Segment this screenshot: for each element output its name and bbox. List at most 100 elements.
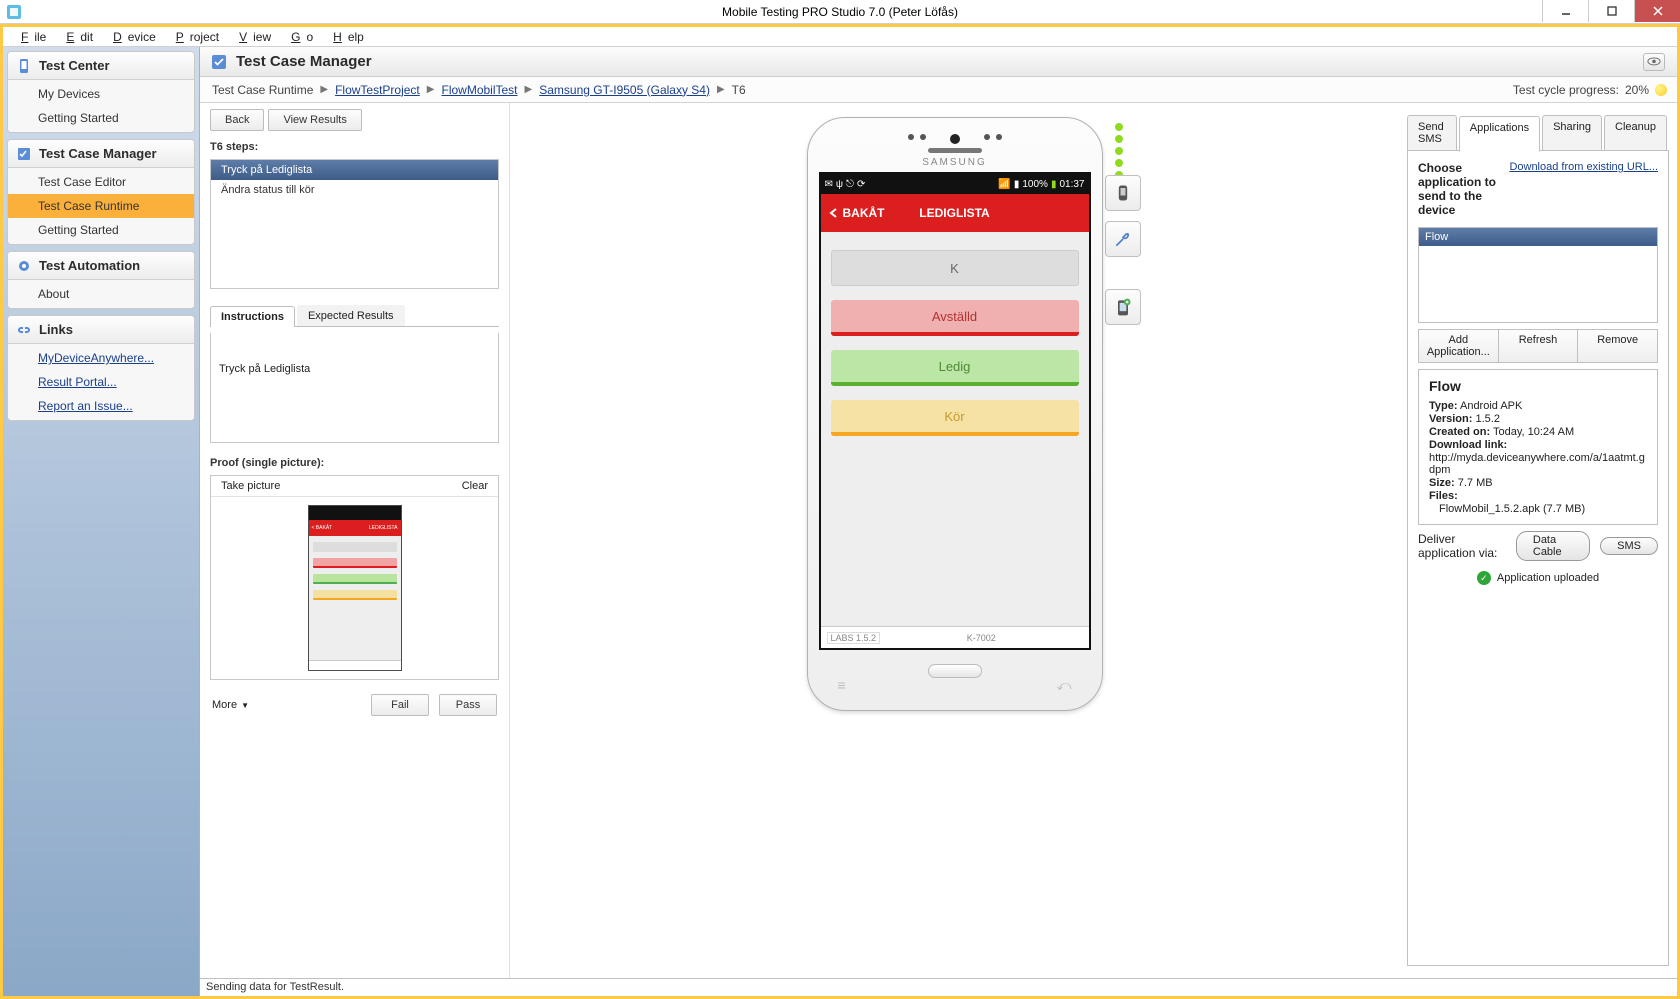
device-screen[interactable]: ✉ ψ ⎋ ⟳ 📶 ▮ 100% ▮ 01	[819, 172, 1091, 650]
tools-button[interactable]	[1105, 221, 1141, 257]
upload-button[interactable]	[1105, 289, 1141, 325]
nav-title: Links	[39, 322, 73, 337]
call-button[interactable]	[1105, 175, 1141, 211]
breadcrumb-current: T6	[732, 83, 746, 97]
chevron-right-icon: ▶	[427, 84, 435, 95]
right-pane: Send SMS Applications Sharing Cleanup Ch…	[1399, 103, 1677, 978]
nav-title: Test Automation	[39, 258, 140, 273]
menu-file[interactable]: File	[9, 28, 52, 46]
sidebar-item-getting-started-tcm[interactable]: Getting Started	[8, 218, 194, 242]
app-btn-ledig[interactable]: Ledig	[831, 350, 1079, 386]
app-search-input[interactable]: K	[831, 250, 1079, 286]
app-btn-kor[interactable]: Kör	[831, 400, 1079, 436]
steps-label: T6 steps:	[210, 141, 499, 153]
refresh-button[interactable]: Refresh	[1498, 330, 1578, 362]
sidebar-item-result-portal[interactable]: Result Portal...	[8, 370, 194, 394]
steps-list[interactable]: Tryck på Lediglista Ändra status till kö…	[210, 159, 499, 289]
checklist-icon	[210, 53, 228, 71]
take-picture-button[interactable]: Take picture	[221, 480, 280, 492]
menu-key-icon[interactable]: ≡	[838, 677, 846, 694]
app-detail: Flow Type: Android APK Version: 1.5.2 Cr…	[1418, 369, 1658, 525]
tab-expected-results[interactable]: Expected Results	[297, 305, 405, 326]
upload-status: ✓ Application uploaded	[1418, 571, 1658, 585]
chevron-right-icon: ▶	[525, 84, 533, 95]
data-cable-button[interactable]: Data Cable	[1516, 531, 1590, 561]
statusbar: Sending data for TestResult.	[200, 978, 1677, 996]
pass-button[interactable]: Pass	[439, 694, 497, 716]
app-footer-left: LABS 1.5.2	[827, 632, 881, 644]
caret-down-icon: ▼	[241, 701, 249, 710]
sidebar-item-getting-started-tc[interactable]: Getting Started	[8, 106, 194, 130]
menu-project[interactable]: Project	[164, 28, 225, 46]
link-icon	[16, 322, 32, 338]
clear-button[interactable]: Clear	[462, 480, 488, 492]
app-icon	[6, 4, 22, 20]
sidebar-item-my-devices[interactable]: My Devices	[8, 82, 194, 106]
checklist-icon	[16, 146, 32, 162]
device-action-buttons	[1105, 175, 1141, 325]
menu-view[interactable]: View	[227, 28, 277, 46]
status-text: Sending data for TestResult.	[206, 981, 344, 993]
applications-panel: Choose application to send to the device…	[1407, 150, 1669, 966]
menu-go[interactable]: Go	[279, 28, 319, 46]
sidebar-item-tc-editor[interactable]: Test Case Editor	[8, 170, 194, 194]
instruction-tabs: Instructions Expected Results	[210, 305, 499, 327]
nav-header-links[interactable]: Links	[8, 316, 194, 344]
nav-panel-tcm: Test Case Manager Test Case Editor Test …	[7, 139, 195, 245]
tab-applications[interactable]: Applications	[1459, 116, 1540, 152]
app-btn-avstalld[interactable]: Avställd	[831, 300, 1079, 336]
app-title: LEDIGLISTA	[919, 206, 989, 220]
view-toggle-button[interactable]	[1643, 53, 1665, 71]
instructions-content: Tryck på Lediglista	[210, 333, 499, 443]
phone-home-button[interactable]	[928, 664, 982, 678]
nav-header-automation[interactable]: Test Automation	[8, 252, 194, 280]
sidebar-item-report-issue[interactable]: Report an Issue...	[8, 394, 194, 418]
applications-list[interactable]: Flow	[1418, 227, 1658, 323]
close-button[interactable]	[1634, 0, 1680, 22]
window-title: Mobile Testing PRO Studio 7.0 (Peter Löf…	[722, 5, 958, 19]
tab-instructions[interactable]: Instructions	[210, 306, 295, 327]
back-key-icon[interactable]: ⤺	[1057, 677, 1072, 694]
breadcrumb-link-device[interactable]: Samsung GT-I9505 (Galaxy S4)	[539, 83, 710, 97]
content: Back View Results T6 steps: Tryck på Led…	[200, 103, 1677, 978]
step-row[interactable]: Tryck på Lediglista	[211, 160, 498, 180]
nav-header-test-center[interactable]: Test Center	[8, 52, 194, 80]
list-item[interactable]: Flow	[1419, 228, 1657, 246]
gear-icon	[16, 258, 32, 274]
sidebar-item-mydeviceanywhere[interactable]: MyDeviceAnywhere...	[8, 346, 194, 370]
download-url-link[interactable]: Download from existing URL...	[1509, 161, 1658, 173]
back-button[interactable]: Back	[210, 109, 264, 131]
minimize-button[interactable]	[1542, 0, 1588, 22]
sidebar-item-about[interactable]: About	[8, 282, 194, 306]
view-results-button[interactable]: View Results	[268, 109, 361, 131]
phone-statusbar: ✉ ψ ⎋ ⟳ 📶 ▮ 100% ▮ 01	[821, 174, 1089, 194]
mail-icon: ✉	[825, 179, 833, 190]
app-back-button[interactable]: BAKÅT	[821, 206, 893, 220]
nav-title: Test Case Manager	[39, 146, 157, 161]
tab-cleanup[interactable]: Cleanup	[1604, 115, 1667, 151]
breadcrumb-link-test[interactable]: FlowMobilTest	[441, 83, 517, 97]
more-dropdown[interactable]: More▼	[212, 699, 249, 711]
proof-thumbnail[interactable]: < BAKÅTLEDIGLISTA	[308, 505, 402, 671]
check-icon: ✓	[1477, 571, 1491, 585]
nav-header-tcm[interactable]: Test Case Manager	[8, 140, 194, 168]
menu-device[interactable]: Device	[101, 28, 162, 46]
breadcrumb-link-project[interactable]: FlowTestProject	[335, 83, 420, 97]
tab-sharing[interactable]: Sharing	[1542, 115, 1602, 151]
add-application-button[interactable]: Add Application...	[1419, 330, 1498, 362]
nav-panel-automation: Test Automation About	[7, 251, 195, 309]
maximize-button[interactable]	[1588, 0, 1634, 22]
app-detail-name: Flow	[1429, 378, 1647, 394]
remove-button[interactable]: Remove	[1577, 330, 1657, 362]
fail-button[interactable]: Fail	[371, 694, 429, 716]
app-list-buttons: Add Application... Refresh Remove	[1418, 329, 1658, 363]
step-row[interactable]: Ändra status till kör	[211, 180, 498, 200]
progress-indicator: Test cycle progress: 20%	[1513, 83, 1667, 97]
sms-button[interactable]: SMS	[1600, 537, 1658, 555]
sidebar-item-tc-runtime[interactable]: Test Case Runtime	[8, 194, 194, 218]
clock-value: 01:37	[1059, 179, 1084, 190]
menu-edit[interactable]: Edit	[54, 28, 99, 46]
menu-help[interactable]: Help	[321, 28, 370, 46]
instruction-text: Tryck på Lediglista	[219, 363, 310, 375]
tab-send-sms[interactable]: Send SMS	[1407, 115, 1457, 151]
